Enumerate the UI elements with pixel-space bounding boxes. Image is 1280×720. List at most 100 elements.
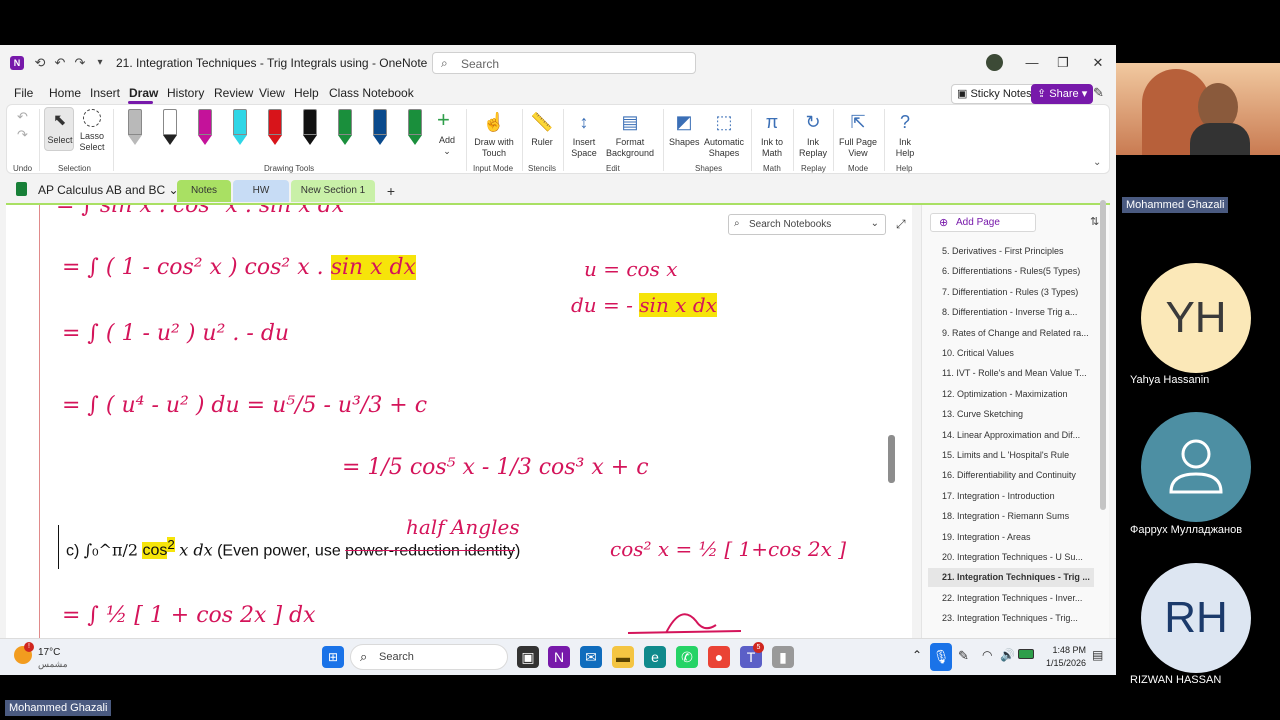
pen-blue[interactable] — [373, 109, 387, 145]
pen-green-2[interactable] — [408, 109, 422, 145]
page-list-item[interactable]: 18. Integration - Riemann Sums — [928, 507, 1094, 526]
edge-browser-icon[interactable]: e — [644, 646, 666, 668]
notification-icon[interactable]: ▤ — [1092, 648, 1103, 662]
pen-magenta[interactable] — [198, 109, 212, 145]
select-tool-button[interactable]: ⬉ Select — [44, 107, 74, 151]
ink-replay-button[interactable]: ↻ Ink Replay — [798, 105, 828, 158]
insert-space-button[interactable]: ↕ Insert Space — [568, 105, 600, 158]
participant-avatar-generic[interactable] — [1141, 412, 1251, 522]
pen-green[interactable] — [338, 109, 352, 145]
collapse-ribbon-icon[interactable]: ⌄ — [1093, 157, 1101, 168]
maximize-icon[interactable]: ❐ — [1053, 53, 1073, 73]
ink-help-button[interactable]: ? Ink Help — [889, 105, 921, 158]
participant-avatar-yh[interactable]: YH — [1141, 263, 1251, 373]
tab-view[interactable]: View — [259, 86, 285, 100]
participant-avatar-rh[interactable]: RH — [1141, 563, 1251, 673]
section-tab-hw[interactable]: HW — [233, 180, 289, 202]
section-tab-new-section-1[interactable]: New Section 1 — [291, 180, 375, 202]
pen-black[interactable] — [303, 109, 317, 145]
file-explorer-icon[interactable]: ▬ — [612, 646, 634, 668]
tab-class-notebook[interactable]: Class Notebook — [329, 86, 414, 100]
tab-review[interactable]: Review — [214, 86, 253, 100]
chevron-up-icon[interactable]: ⌃ — [912, 648, 922, 662]
add-page-button[interactable]: ⊕ Add Page — [930, 213, 1036, 232]
page-list-item[interactable]: 6. Differentiations - Rules(5 Types) — [928, 262, 1094, 281]
microphone-icon[interactable]: 🎙 — [930, 643, 952, 671]
page-list-item[interactable]: 5. Derivatives - First Principles — [928, 242, 1094, 261]
page-list-item[interactable]: 8. Differentiation - Inverse Trig a... — [928, 303, 1094, 322]
page-list-item[interactable]: 20. Integration Techniques - U Su... — [928, 548, 1094, 567]
canvas-scrollbar[interactable] — [888, 285, 896, 515]
share-button[interactable]: ⇪ Share ▾ — [1031, 84, 1094, 104]
draw-with-touch-button[interactable]: ☝ Draw with Touch — [473, 105, 515, 158]
section-tab-notes[interactable]: Notes — [177, 180, 231, 202]
notebook-selector[interactable]: AP Calculus AB and BC ⌄ — [38, 183, 179, 197]
whatsapp-icon[interactable]: ✆ — [676, 646, 698, 668]
windows-start-icon[interactable]: ⊞ — [322, 646, 344, 668]
page-canvas[interactable]: = ∫ sin x . cos² x . sin x dx = ∫ ( 1 - … — [6, 205, 912, 638]
undo-icon[interactable]: ↶ — [52, 55, 68, 71]
pencil-black[interactable] — [163, 109, 177, 145]
tab-draw[interactable]: Draw — [129, 86, 158, 100]
back-icon[interactable]: ⟲ — [32, 55, 48, 71]
full-page-view-button[interactable]: ⇱ Full Page View — [838, 105, 878, 158]
pen-gray[interactable] — [128, 109, 142, 145]
redo-icon[interactable]: ↷ — [17, 127, 28, 143]
format-background-button[interactable]: ▤ Format Background — [603, 105, 657, 158]
page-list-item[interactable]: 21. Integration Techniques - Trig ... — [928, 568, 1094, 588]
page-list-item[interactable]: 7. Differentiation - Rules (3 Types) — [928, 283, 1094, 302]
page-list-item[interactable]: 23. Integration Techniques - Trig... — [928, 609, 1094, 628]
pen-menu-icon[interactable]: ✎ — [958, 648, 969, 664]
chrome-icon[interactable]: ● — [708, 646, 730, 668]
outlook-app-icon[interactable]: ✉ — [580, 646, 602, 668]
page-list-item[interactable]: 10. Critical Values — [928, 344, 1094, 363]
sort-icon[interactable]: ⇅ — [1090, 215, 1099, 228]
page-list-item[interactable]: 16. Differentiability and Continuity — [928, 466, 1094, 485]
minimize-icon[interactable]: — — [1022, 53, 1042, 73]
page-list-item[interactable]: 19. Integration - Areas — [928, 528, 1094, 547]
onenote-app-icon[interactable]: N — [548, 646, 570, 668]
page-list-item[interactable]: 15. Limits and L 'Hospital's Rule — [928, 446, 1094, 465]
task-view-icon[interactable]: ▣ — [517, 646, 539, 668]
page-list-item[interactable]: 12. Optimization - Maximization — [928, 385, 1094, 404]
canvas-scroll-thumb[interactable] — [888, 435, 895, 483]
shapes-button[interactable]: ◩ Shapes — [669, 105, 700, 157]
lasso-select-button[interactable]: Lasso Select — [77, 107, 107, 153]
page-list-item[interactable]: 17. Integration - Introduction — [928, 487, 1094, 506]
taskbar-search[interactable]: ⌕ Search — [350, 644, 508, 670]
storage-app-icon[interactable]: ▮ — [772, 646, 794, 668]
expand-icon[interactable]: ⤢ — [896, 217, 906, 232]
add-pen-button[interactable]: + Add ⌄ — [435, 107, 459, 156]
close-icon[interactable]: ✕ — [1088, 53, 1108, 73]
redo-icon[interactable]: ↷ — [72, 55, 88, 71]
add-section-button[interactable]: + — [380, 180, 402, 202]
volume-icon[interactable]: 🔊 — [1000, 648, 1015, 662]
ruler-button[interactable]: 📏 Ruler — [527, 105, 557, 157]
tab-help[interactable]: Help — [294, 86, 319, 100]
undo-icon[interactable]: ↶ — [17, 109, 28, 125]
page-list-item[interactable]: 9. Rates of Change and Related ra... — [928, 324, 1094, 343]
page-list-item[interactable]: 22. Integration Techniques - Inver... — [928, 589, 1094, 608]
customize-chevron-icon[interactable]: ▾ — [92, 55, 108, 71]
ink-to-math-button[interactable]: π Ink to Math — [757, 105, 787, 158]
page-list-scrollbar[interactable] — [1100, 200, 1106, 510]
battery-icon[interactable] — [1018, 649, 1034, 659]
page-list-item[interactable]: 14. Linear Approximation and Dif... — [928, 426, 1094, 445]
sticky-notes-button[interactable]: ▣ Sticky Notes — [951, 84, 1038, 104]
tab-file[interactable]: File — [14, 86, 33, 100]
search-input[interactable]: ⌕ Search — [432, 52, 696, 74]
pen-red[interactable] — [268, 109, 282, 145]
clock-date[interactable]: 1/15/2026 — [1040, 658, 1086, 668]
search-notebooks-input[interactable]: ⌕ Search Notebooks ⌄ — [728, 214, 886, 235]
tab-insert[interactable]: Insert — [90, 86, 120, 100]
pen-options-icon[interactable]: ✎ — [1093, 85, 1104, 101]
tab-home[interactable]: Home — [49, 86, 81, 100]
clock-time[interactable]: 1:48 PM — [1046, 645, 1086, 655]
automatic-shapes-button[interactable]: ⬚ Automatic Shapes — [703, 105, 745, 158]
tab-history[interactable]: History — [167, 86, 204, 100]
page-list-item[interactable]: 13. Curve Sketching — [928, 405, 1094, 424]
presenter-video[interactable] — [1116, 63, 1280, 155]
wifi-icon[interactable]: ◠ — [982, 648, 992, 662]
highlighter-cyan[interactable] — [233, 109, 247, 145]
account-avatar[interactable] — [986, 54, 1003, 71]
